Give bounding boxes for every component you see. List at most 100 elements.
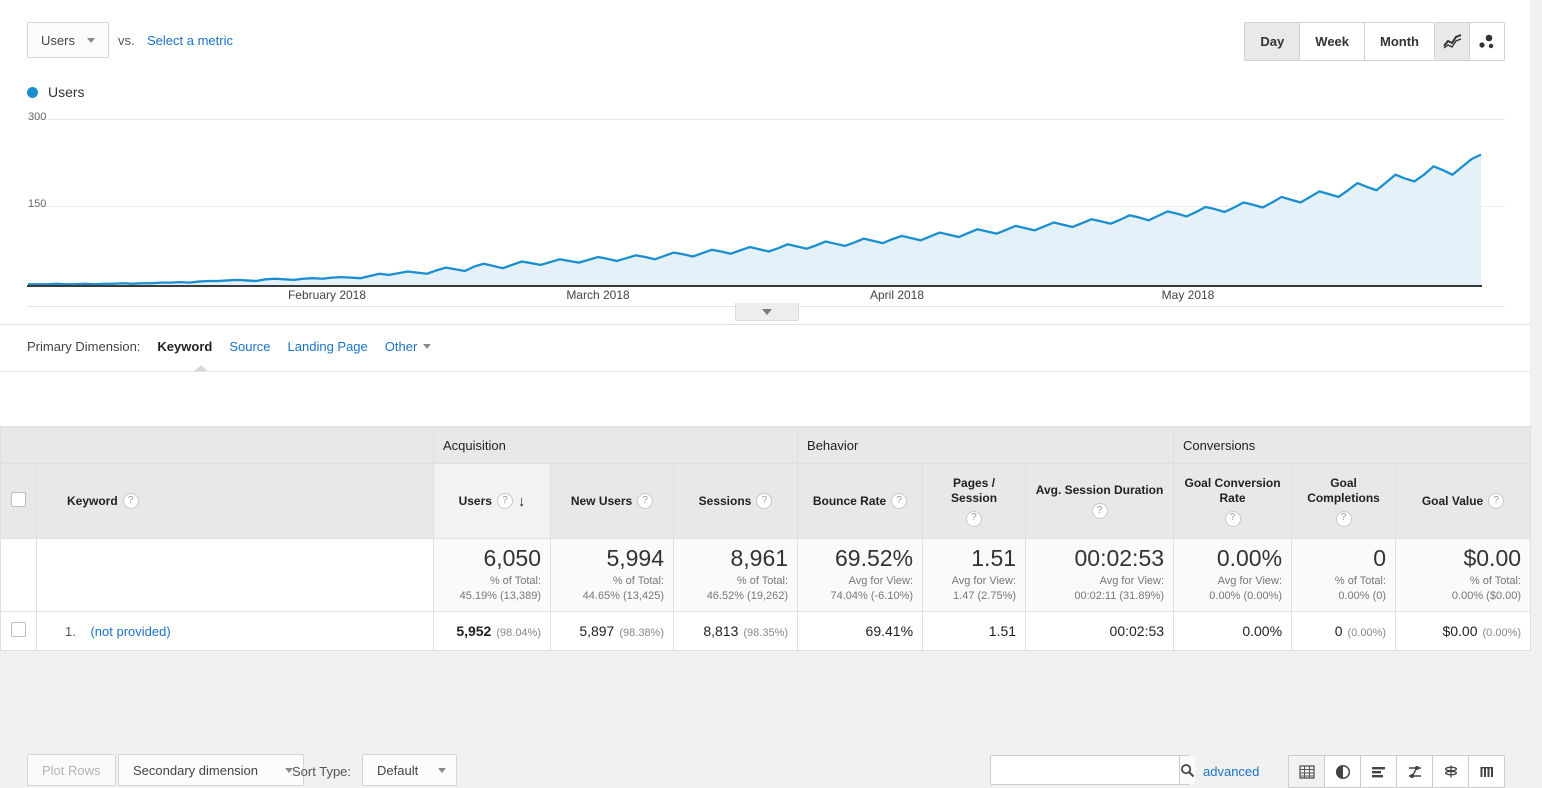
primary-dimension-other[interactable]: Other xyxy=(385,339,432,354)
legend-color-dot xyxy=(27,86,38,98)
primary-dimension-other-label[interactable]: Other xyxy=(385,339,418,354)
row-cell-goal-completions: 0 (0.00%) xyxy=(1291,611,1397,651)
column-header-goal-conversion-rate-label: Goal Conversion Rate xyxy=(1184,475,1281,505)
table-row: 1. (not provided) 5,952 (98.04%) 5,897 (98… xyxy=(0,611,1532,651)
table-summary-row: 6,050 % of Total: 45.19% (13,389) 5,994 … xyxy=(0,538,1532,612)
plot-rows-button[interactable]: Plot Rows xyxy=(27,754,116,786)
chart-type-toggle[interactable] xyxy=(1434,22,1505,61)
summary-sub2: 46.52% (19,262) xyxy=(706,590,789,603)
cell-pct: (98.38%) xyxy=(619,627,664,639)
bar-chart-view-icon[interactable] xyxy=(1361,756,1397,787)
column-header-avg-session-duration[interactable]: Avg. Session Duration ? xyxy=(1025,463,1175,539)
advanced-link[interactable]: advanced xyxy=(1203,764,1259,779)
cell-value: 69.41% xyxy=(865,623,914,639)
granularity-toggle[interactable]: Day Week Month xyxy=(1244,22,1435,61)
collapse-chart-button[interactable] xyxy=(735,303,799,321)
granularity-week[interactable]: Week xyxy=(1300,23,1366,60)
column-header-new-users-label: New Users xyxy=(570,493,633,508)
group-header-blank xyxy=(0,426,434,464)
summary-cell-users: 6,050 % of Total: 45.19% (13,389) xyxy=(433,538,551,612)
analytics-page: Users vs. Select a metric Day Week Month xyxy=(0,0,1542,788)
cell-value: $0.00 xyxy=(1442,623,1478,639)
help-icon[interactable]: ? xyxy=(496,493,513,509)
motion-chart-icon[interactable] xyxy=(1470,23,1504,60)
column-header-sessions[interactable]: Sessions ? xyxy=(672,463,799,539)
chart-legend: Users xyxy=(27,84,85,100)
select-a-metric-link[interactable]: Select a metric xyxy=(147,33,233,48)
cell-value: 5,897 xyxy=(579,623,615,639)
row-cell-pages-session: 1.51 xyxy=(922,611,1027,651)
column-header-bounce-rate-label: Bounce Rate xyxy=(812,493,887,508)
chart-baseline-axis xyxy=(27,285,1482,287)
help-icon[interactable]: ? xyxy=(1335,510,1352,527)
help-icon[interactable]: ? xyxy=(1091,503,1108,519)
help-icon[interactable]: ? xyxy=(891,493,908,509)
granularity-day[interactable]: Day xyxy=(1245,23,1301,60)
primary-dimension-label: Primary Dimension: xyxy=(27,339,141,354)
summary-sub2: 45.19% (13,389) xyxy=(459,590,541,603)
view-type-toggle[interactable] xyxy=(1288,755,1505,788)
metric-selector-button[interactable]: Users xyxy=(27,22,109,58)
pivot-view-icon[interactable] xyxy=(1469,756,1504,787)
column-header-pages-session[interactable]: Pages / Session ? xyxy=(922,463,1027,539)
summary-blank-check xyxy=(0,538,37,612)
column-header-goal-completions[interactable]: Goal Completions ? xyxy=(1291,463,1397,539)
row-keyword-link[interactable]: (not provided) xyxy=(90,624,170,639)
summary-cell-bounce-rate: 69.52% Avg for View: 74.04% (-6.10%) xyxy=(797,538,924,612)
chevron-down-icon xyxy=(438,767,447,773)
row-checkbox[interactable] xyxy=(11,622,26,637)
column-header-goal-conversion-rate[interactable]: Goal Conversion Rate ? xyxy=(1173,463,1293,539)
sort-type-button[interactable]: Default xyxy=(362,754,458,786)
column-header-goal-value[interactable]: Goal Value ? xyxy=(1395,463,1532,539)
pie-chart-view-icon[interactable] xyxy=(1325,756,1361,787)
primary-dimension-bar: Primary Dimension: Keyword Source Landin… xyxy=(0,325,1530,372)
column-header-keyword[interactable]: Keyword ? xyxy=(36,463,434,539)
row-cell-goal-conversion-rate: 0.00% xyxy=(1173,611,1293,651)
summary-value: 69.52% xyxy=(835,545,914,571)
summary-sub1: Avg for View: xyxy=(951,575,1017,588)
x-tick-march: March 2018 xyxy=(566,288,630,302)
table-search[interactable] xyxy=(990,755,1195,785)
row-index: 1. xyxy=(65,623,76,639)
cell-value: 0.00% xyxy=(1242,623,1283,639)
help-icon[interactable]: ? xyxy=(637,493,654,509)
select-all-checkbox[interactable] xyxy=(11,491,26,507)
row-select-cell[interactable] xyxy=(0,611,37,651)
primary-dimension-source[interactable]: Source xyxy=(229,339,270,354)
summary-sub2: 1.47 (2.75%) xyxy=(953,590,1017,603)
comparison-view-icon[interactable] xyxy=(1397,756,1433,787)
help-icon[interactable]: ? xyxy=(756,493,773,509)
help-icon[interactable]: ? xyxy=(1488,493,1505,509)
search-input[interactable] xyxy=(991,756,1179,784)
row-cell-goal-value: $0.00 (0.00%) xyxy=(1395,611,1532,651)
column-header-users[interactable]: Users ? ↓ xyxy=(433,463,551,539)
chart-plot-area[interactable]: 300 150 xyxy=(0,108,1530,293)
summary-sub1: Avg for View: xyxy=(1217,575,1283,588)
granularity-month[interactable]: Month xyxy=(1365,23,1434,60)
secondary-dimension-label: Secondary dimension xyxy=(133,762,259,778)
primary-dimension-landing-page[interactable]: Landing Page xyxy=(288,339,368,354)
chart-panel: Users vs. Select a metric Day Week Month xyxy=(0,0,1530,325)
line-chart-icon[interactable] xyxy=(1435,23,1470,60)
column-header-bounce-rate[interactable]: Bounce Rate ? xyxy=(797,463,924,539)
help-icon[interactable]: ? xyxy=(1224,510,1241,527)
column-header-new-users[interactable]: New Users ? xyxy=(550,463,674,539)
column-header-pages-session-label: Pages / Session xyxy=(951,475,998,505)
sort-desc-icon[interactable]: ↓ xyxy=(518,494,526,509)
column-header-goal-completions-label: Goal Completions xyxy=(1307,475,1380,505)
summary-value: 0 xyxy=(1373,545,1387,571)
table-view-icon[interactable] xyxy=(1289,756,1325,787)
summary-cell-goal-completions: 0 % of Total: 0.00% (0) xyxy=(1291,538,1397,612)
secondary-dimension-button[interactable]: Secondary dimension xyxy=(118,754,305,786)
row-cell-users: 5,952 (98.04%) xyxy=(433,611,551,651)
column-header-keyword-label: Keyword xyxy=(67,493,118,508)
cell-value: 8,813 xyxy=(703,623,739,639)
table-toolbar: Plot Rows Secondary dimension Sort Type:… xyxy=(0,372,1530,788)
search-icon[interactable] xyxy=(1179,756,1195,784)
primary-dimension-keyword[interactable]: Keyword xyxy=(157,339,212,354)
group-header-conversions: Conversions xyxy=(1173,426,1532,464)
help-icon[interactable]: ? xyxy=(966,510,983,527)
performance-view-icon[interactable] xyxy=(1433,756,1469,787)
column-header-users-label: Users xyxy=(458,493,492,508)
help-icon[interactable]: ? xyxy=(122,493,139,509)
